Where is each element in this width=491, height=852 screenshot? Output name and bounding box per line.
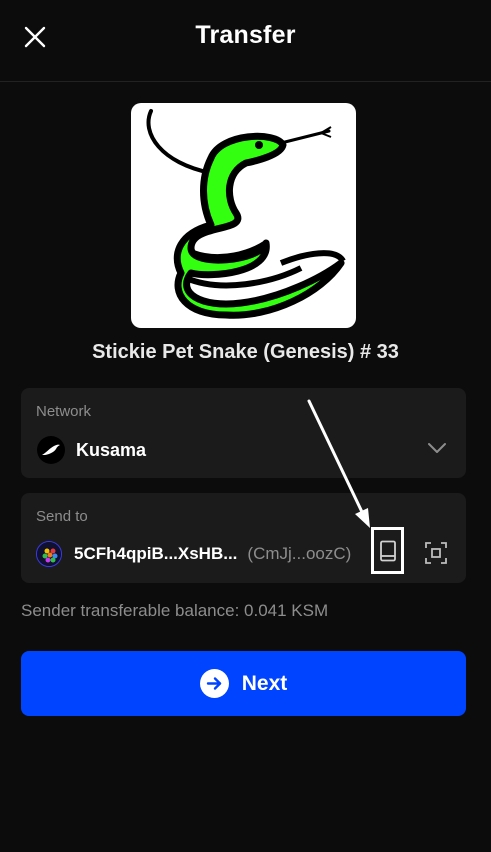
next-button[interactable]: Next bbox=[21, 651, 466, 716]
address-book-button[interactable] bbox=[371, 527, 404, 574]
transferable-balance: Sender transferable balance: 0.041 KSM bbox=[21, 601, 329, 620]
scan-qr-button[interactable] bbox=[425, 542, 447, 564]
scan-qr-icon bbox=[425, 542, 447, 564]
network-label: Network bbox=[36, 403, 92, 420]
nft-name: Stickie Pet Snake (Genesis) # 33 bbox=[92, 341, 399, 363]
header: Transfer bbox=[0, 0, 491, 82]
recipient-address-short: (CmJj...oozC) bbox=[247, 544, 352, 563]
page-title: Transfer bbox=[195, 21, 296, 49]
recipient-address-field[interactable]: 5CFh4qpiB...XsHB... (CmJj...oozC) bbox=[36, 540, 351, 568]
network-value: Kusama bbox=[76, 439, 147, 460]
send-to-label: Send to bbox=[36, 508, 88, 525]
arrow-right-circle-icon bbox=[199, 669, 229, 698]
chevron-down-icon bbox=[428, 443, 446, 453]
transfer-screen: Transfer Stickie Pet Snake (Genesis) # 3… bbox=[0, 0, 491, 852]
network-select[interactable]: Kusama bbox=[37, 436, 450, 464]
recipient-address: 5CFh4qpiB...XsHB... bbox=[74, 544, 238, 563]
address-book-icon bbox=[379, 540, 396, 561]
network-card: Network Kusama bbox=[21, 388, 466, 478]
snake-artwork bbox=[146, 109, 346, 319]
next-button-label: Next bbox=[241, 671, 288, 695]
nft-image bbox=[131, 103, 356, 328]
recipient-avatar bbox=[36, 541, 62, 567]
send-to-card: Send to 5CFh4qpiB...XsHB... (CmJj...oozC… bbox=[21, 493, 466, 583]
kusama-logo-icon bbox=[37, 436, 65, 464]
